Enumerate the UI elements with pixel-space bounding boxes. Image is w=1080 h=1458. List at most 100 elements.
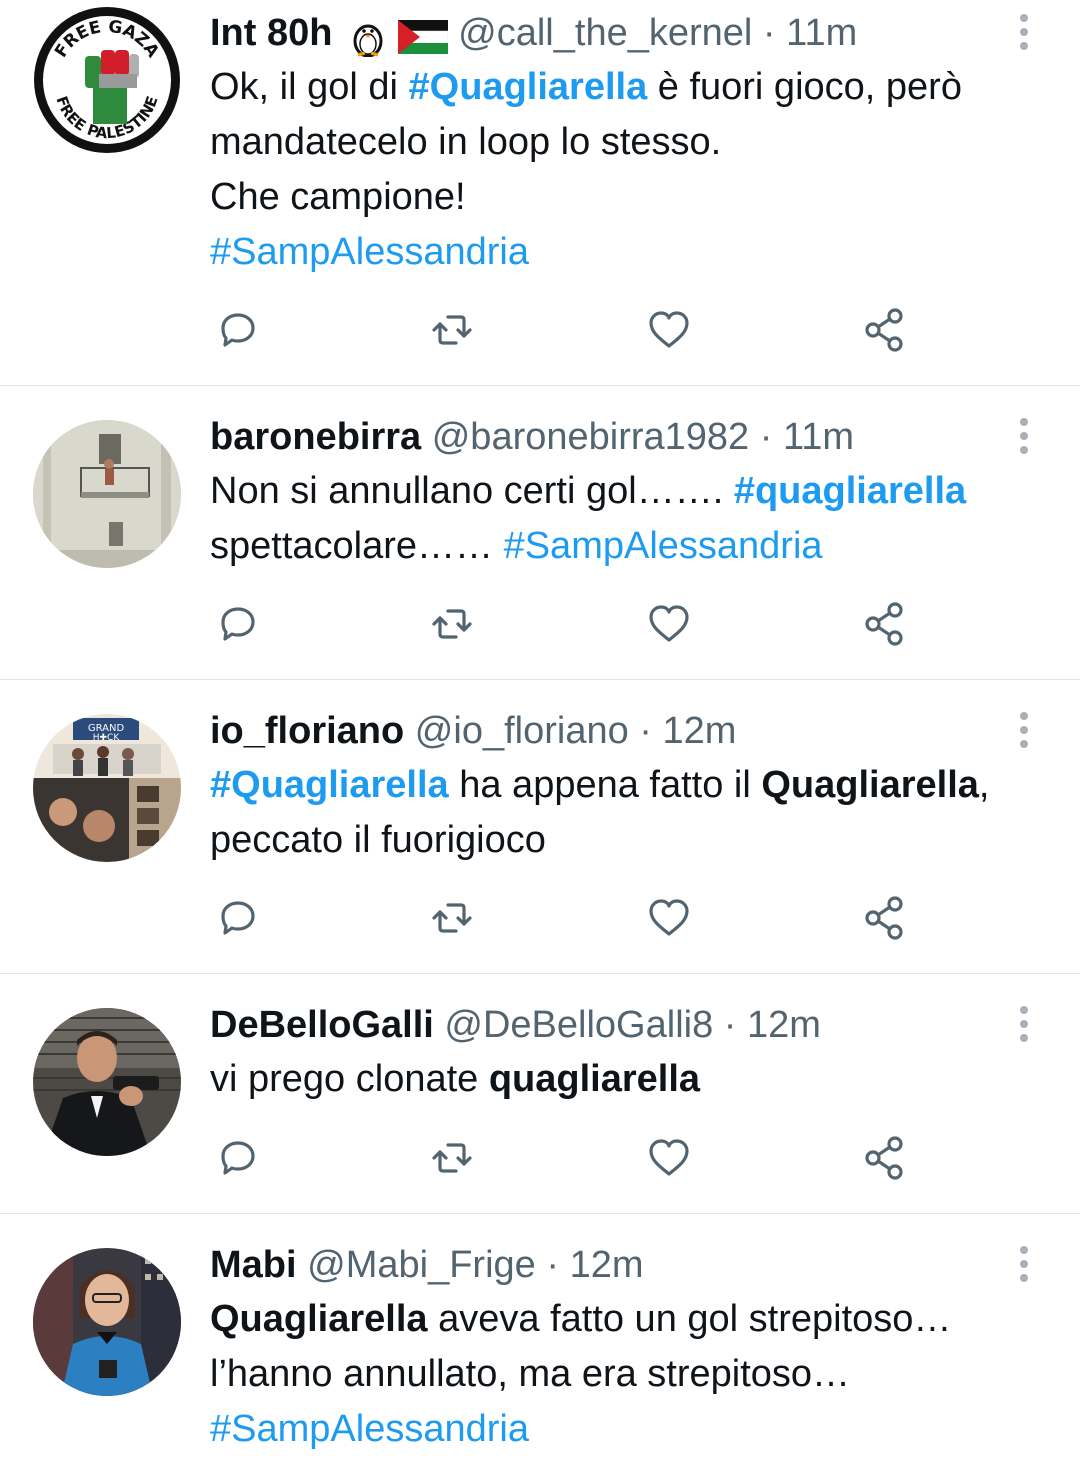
tweet-header: DeBelloGalli @DeBelloGalli8 · 12m — [210, 998, 1060, 1052]
tweet-text-line: vi prego clonate quagliarella — [210, 1052, 1060, 1107]
reply-icon[interactable] — [209, 596, 265, 652]
highlighted-term: Quagliarella — [761, 764, 979, 806]
display-name[interactable]: io_floriano — [210, 710, 404, 752]
tweet-header: baronebirra @baronebirra1982 · 11m — [210, 410, 1060, 464]
text-run: mandatecelo in loop lo stesso. — [210, 121, 722, 163]
tweet-text: vi prego clonate quagliarella — [210, 1052, 1060, 1107]
text-run: aveva fatto un gol strepitoso… — [427, 1298, 952, 1340]
retweet-icon[interactable] — [424, 596, 480, 652]
reply-icon[interactable] — [209, 890, 265, 946]
share-icon[interactable] — [857, 302, 913, 358]
separator-dot: · — [762, 12, 776, 54]
hashtag-link[interactable]: #quagliarella — [734, 470, 966, 512]
user-handle[interactable]: @Mabi_Frige — [307, 1244, 536, 1286]
tweet-text: #Quagliarella ha appena fatto il Quaglia… — [210, 758, 1060, 868]
hashtag-link[interactable]: #Quagliarella — [210, 764, 449, 806]
retweet-icon[interactable] — [424, 890, 480, 946]
more-options-icon[interactable] — [1012, 414, 1036, 464]
like-icon[interactable] — [641, 302, 697, 358]
tweet[interactable]: DeBelloGalli @DeBelloGalli8 · 12m vi pre… — [0, 974, 1080, 1214]
text-run: spettacolare…… — [210, 525, 504, 567]
display-name[interactable]: DeBelloGalli — [210, 1004, 434, 1046]
highlighted-term: Quagliarella — [210, 1298, 428, 1340]
avatar[interactable] — [33, 1248, 181, 1396]
user-handle[interactable]: @call_the_kernel — [458, 12, 752, 54]
balcony-photo — [33, 420, 181, 568]
like-icon[interactable] — [641, 596, 697, 652]
avatar[interactable]: GRAND H✚CK — [33, 714, 181, 862]
hashtag-link[interactable]: #Quagliarella — [409, 66, 648, 108]
avatar[interactable] — [33, 420, 181, 568]
timestamp[interactable]: 12m — [747, 1004, 821, 1046]
hashtag-link[interactable]: #SampAlessandria — [504, 525, 823, 567]
separator-dot: · — [759, 416, 773, 458]
timestamp[interactable]: 12m — [570, 1244, 644, 1286]
text-run: Non si annullano certi gol……. — [210, 470, 734, 512]
more-options-icon[interactable] — [1012, 1002, 1036, 1052]
display-name[interactable]: Int 80h — [210, 12, 332, 54]
reply-icon[interactable] — [209, 302, 265, 358]
separator-dot: · — [723, 1004, 737, 1046]
action-bar — [0, 302, 1080, 362]
tweet[interactable]: Mabi @Mabi_Frige · 12m Quagliarella avev… — [0, 1214, 1080, 1458]
grand-hack-collage-photo: GRAND H✚CK — [33, 714, 181, 862]
user-handle[interactable]: @baronebirra1982 — [432, 416, 749, 458]
tweet[interactable]: baronebirra @baronebirra1982 · 11m Non s… — [0, 386, 1080, 680]
tweet-text-line: l’hanno annullato, ma era strepitoso… — [210, 1347, 1060, 1402]
more-options-icon[interactable] — [1012, 1242, 1036, 1292]
text-run: vi prego clonate — [210, 1058, 489, 1100]
tweet-text-line: mandatecelo in loop lo stesso. — [210, 115, 1060, 170]
tweet[interactable]: GRAND H✚CK io_floriano @io_floriano · 12… — [0, 680, 1080, 974]
display-name[interactable]: Mabi — [210, 1244, 297, 1286]
like-icon[interactable] — [641, 1130, 697, 1186]
like-icon[interactable] — [641, 890, 697, 946]
user-handle[interactable]: @io_floriano — [415, 710, 629, 752]
hashtag-link[interactable]: #SampAlessandria — [210, 1408, 529, 1450]
timestamp[interactable]: 12m — [663, 710, 737, 752]
timeline-feed: FREE GAZA FREE PALESTINE Int 80h @call_t… — [0, 0, 1080, 1458]
tweet-text-line: peccato il fuorigioco — [210, 813, 1060, 868]
text-run: è fuori gioco, però — [647, 66, 962, 108]
tweet-text-line: Non si annullano certi gol……. #quagliare… — [210, 464, 1060, 519]
tweet-text-line: Che campione! — [210, 170, 1060, 225]
timestamp[interactable]: 11m — [783, 416, 854, 458]
tweet-text: Quagliarella aveva fatto un gol strepito… — [210, 1292, 1060, 1457]
tweet-text: Ok, il gol di #Quagliarella è fuori gioc… — [210, 60, 1060, 280]
tweet[interactable]: FREE GAZA FREE PALESTINE Int 80h @call_t… — [0, 0, 1080, 386]
action-bar — [0, 890, 1080, 950]
tweet-text: Non si annullano certi gol……. #quagliare… — [210, 464, 1060, 574]
text-run: , — [978, 764, 990, 806]
retweet-icon[interactable] — [424, 1130, 480, 1186]
tweet-text-line: Quagliarella aveva fatto un gol strepito… — [210, 1292, 1060, 1347]
avatar[interactable]: FREE GAZA FREE PALESTINE — [33, 6, 181, 154]
tweet-text-line: Ok, il gol di #Quagliarella è fuori gioc… — [210, 60, 1060, 115]
name-emoji-badges — [349, 8, 448, 62]
retweet-icon[interactable] — [424, 302, 480, 358]
share-icon[interactable] — [857, 890, 913, 946]
tweet-header: Mabi @Mabi_Frige · 12m — [210, 1238, 1060, 1292]
separator-dot: · — [546, 1244, 559, 1286]
more-options-icon[interactable] — [1012, 10, 1036, 60]
tweet-header: Int 80h @call_the_kernel · 11m — [210, 6, 1060, 60]
more-options-icon[interactable] — [1012, 708, 1036, 758]
svg-text:H✚CK: H✚CK — [93, 733, 121, 743]
separator-dot: · — [639, 710, 652, 752]
action-bar — [0, 1130, 1080, 1190]
action-bar — [0, 596, 1080, 656]
display-name[interactable]: baronebirra — [210, 416, 421, 458]
text-run: Che campione! — [210, 176, 466, 218]
text-run: Ok, il gol di — [210, 66, 409, 108]
user-handle[interactable]: @DeBelloGalli8 — [444, 1004, 713, 1046]
text-run: l’hanno annullato, ma era strepitoso… — [210, 1353, 851, 1395]
penguin-icon — [353, 24, 383, 58]
share-icon[interactable] — [857, 1130, 913, 1186]
tweet-text-line: #Quagliarella ha appena fatto il Quaglia… — [210, 758, 1060, 813]
hashtag-link[interactable]: #SampAlessandria — [210, 231, 529, 273]
timestamp[interactable]: 11m — [786, 12, 857, 54]
share-icon[interactable] — [857, 596, 913, 652]
palestine-flag-icon — [397, 19, 448, 54]
reply-icon[interactable] — [209, 1130, 265, 1186]
text-run: peccato il fuorigioco — [210, 819, 546, 861]
text-run: ha appena fatto il — [448, 764, 762, 806]
tweet-header: io_floriano @io_floriano · 12m — [210, 704, 1060, 758]
